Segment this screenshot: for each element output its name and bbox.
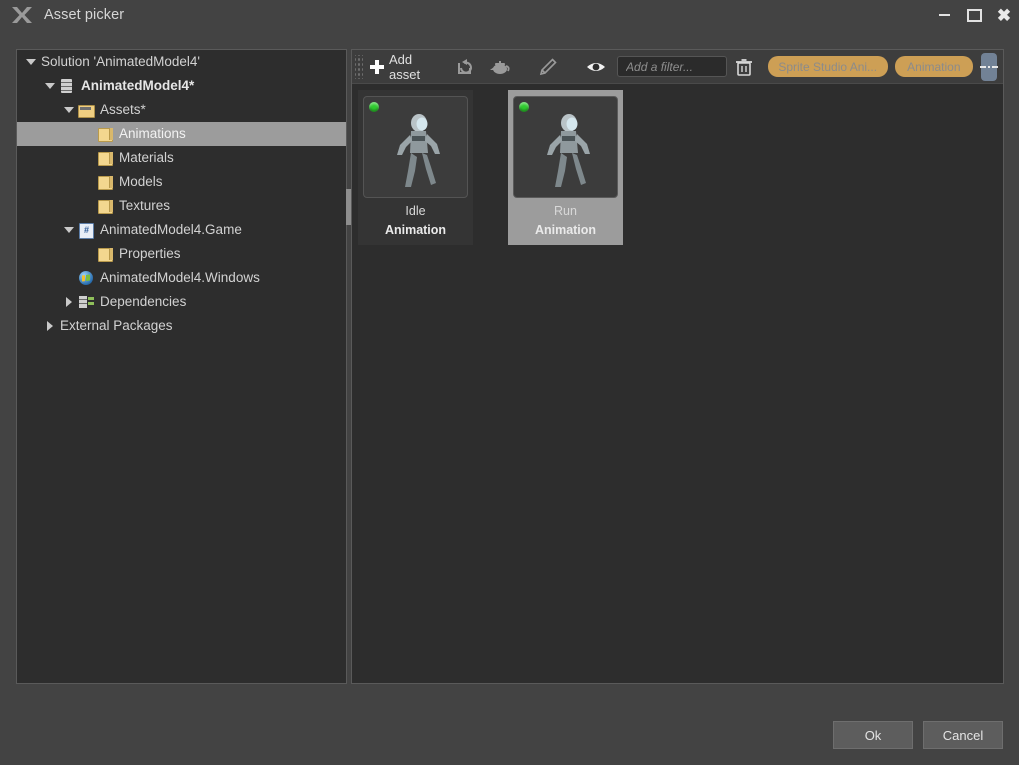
- chevron-down-icon[interactable]: [61, 222, 77, 238]
- visibility-button[interactable]: [580, 53, 612, 80]
- tree-item-assets[interactable]: Assets*: [17, 98, 346, 122]
- tree-item-animations[interactable]: Animations: [17, 122, 346, 146]
- asset-thumbnail[interactable]: [513, 96, 618, 198]
- tree-item-label: Models: [119, 175, 163, 189]
- folder-open-icon: [77, 102, 95, 118]
- clear-filters-button[interactable]: [728, 53, 760, 80]
- asset-picker-window: Asset picker ✖ Solution 'AnimatedModel4'…: [0, 0, 1019, 765]
- asset-name: Idle: [405, 205, 425, 218]
- title-bar: Asset picker ✖: [0, 0, 1019, 30]
- asset-tile[interactable]: Idle Animation: [358, 90, 473, 245]
- tree-item-label: Dependencies: [100, 295, 186, 309]
- trash-icon: [733, 57, 755, 77]
- chevron-right-icon[interactable]: [42, 318, 58, 334]
- tree-item-solution-animatedmodel4[interactable]: Solution 'AnimatedModel4': [17, 50, 346, 74]
- asset-tile[interactable]: Run Animation: [508, 90, 623, 245]
- chevron-down-icon[interactable]: [42, 78, 58, 94]
- pencil-icon: [537, 57, 559, 77]
- tree-item-label: External Packages: [60, 319, 173, 333]
- asset-type: Animation: [535, 224, 596, 237]
- tree-spacer: [80, 150, 96, 166]
- window-controls: ✖: [929, 0, 1019, 30]
- asset-grid[interactable]: Idle Animation Run Animation: [352, 84, 1003, 683]
- tree-item-dependencies[interactable]: Dependencies: [17, 290, 346, 314]
- dialog-buttons: Ok Cancel: [833, 721, 1003, 749]
- maximize-icon: [967, 9, 982, 22]
- minimize-icon: [939, 14, 950, 16]
- add-asset-label: Add asset: [389, 52, 429, 82]
- tree-item-label: AnimatedModel4*: [81, 79, 194, 93]
- tree-item-animatedmodel4-game[interactable]: # AnimatedModel4.Game: [17, 218, 346, 242]
- close-button[interactable]: ✖: [989, 0, 1019, 30]
- tree-item-models[interactable]: Models: [17, 170, 346, 194]
- tree-item-label: Textures: [119, 199, 170, 213]
- tree-item-label: Properties: [119, 247, 181, 261]
- chevron-right-icon[interactable]: [61, 294, 77, 310]
- overflow-menu-icon[interactable]: [981, 53, 997, 81]
- stride-logo-icon: [10, 4, 34, 26]
- folder-icon: [96, 126, 114, 142]
- csharp-icon: #: [77, 222, 95, 238]
- close-icon: ✖: [997, 7, 1011, 24]
- windows-icon: [77, 270, 95, 286]
- edit-button[interactable]: [532, 53, 564, 80]
- asset-thumbnail[interactable]: [363, 96, 468, 198]
- tree-item-label: AnimatedModel4.Game: [100, 223, 242, 237]
- primitive-teapot-button[interactable]: [484, 53, 516, 80]
- solution-tree-panel[interactable]: Solution 'AnimatedModel4' AnimatedModel4*…: [16, 49, 347, 684]
- filter-tag-animation[interactable]: Animation: [895, 56, 973, 77]
- asset-browser-panel: Add asset: [351, 49, 1004, 684]
- asset-type: Animation: [385, 224, 446, 237]
- tree-item-label: AnimatedModel4.Windows: [100, 271, 260, 285]
- tree-item-label: Assets*: [100, 103, 146, 117]
- filter-tag-sprite-studio[interactable]: Sprite Studio Ani...: [768, 56, 888, 77]
- filter-input[interactable]: [624, 59, 720, 75]
- window-title: Asset picker: [44, 7, 124, 23]
- asset-preview-image: [364, 184, 467, 198]
- folder-icon: [96, 150, 114, 166]
- asset-toolbar: Add asset: [352, 50, 1003, 84]
- minimize-button[interactable]: [929, 0, 959, 30]
- reimport-icon: [455, 57, 477, 77]
- teapot-icon: [489, 57, 511, 77]
- folder-icon: [96, 174, 114, 190]
- package-icon: [58, 78, 76, 94]
- plus-icon: [369, 59, 385, 75]
- chevron-down-icon[interactable]: [23, 54, 39, 70]
- tree-item-label: Materials: [119, 151, 174, 165]
- eye-icon: [585, 57, 607, 77]
- filter-field[interactable]: [617, 56, 727, 77]
- tree-item-label: Solution 'AnimatedModel4': [41, 55, 200, 69]
- status-indicator-icon: [369, 102, 379, 112]
- dependencies-icon: [77, 294, 95, 310]
- tree-item-materials[interactable]: Materials: [17, 146, 346, 170]
- ok-button[interactable]: Ok: [833, 721, 913, 749]
- tree-item-label: Animations: [119, 127, 186, 141]
- reimport-button[interactable]: [450, 53, 482, 80]
- tree-item-properties[interactable]: Properties: [17, 242, 346, 266]
- tree-spacer: [80, 198, 96, 214]
- asset-preview-image: [514, 184, 617, 198]
- tree-item-textures[interactable]: Textures: [17, 194, 346, 218]
- add-asset-button[interactable]: Add asset: [364, 53, 434, 80]
- folder-icon: [96, 198, 114, 214]
- status-indicator-icon: [519, 102, 529, 112]
- toolbar-drag-handle[interactable]: [355, 55, 363, 79]
- tree-spacer: [80, 126, 96, 142]
- tree-spacer: [80, 246, 96, 262]
- chevron-down-icon[interactable]: [61, 102, 77, 118]
- maximize-button[interactable]: [959, 0, 989, 30]
- tree-spacer: [61, 270, 77, 286]
- folder-icon: [96, 246, 114, 262]
- tree-item-animatedmodel4-windows[interactable]: AnimatedModel4.Windows: [17, 266, 346, 290]
- tree-item-animatedmodel4[interactable]: AnimatedModel4*: [17, 74, 346, 98]
- cancel-button[interactable]: Cancel: [923, 721, 1003, 749]
- asset-name: Run: [554, 205, 577, 218]
- tree-item-external-packages[interactable]: External Packages: [17, 314, 346, 338]
- tree-spacer: [80, 174, 96, 190]
